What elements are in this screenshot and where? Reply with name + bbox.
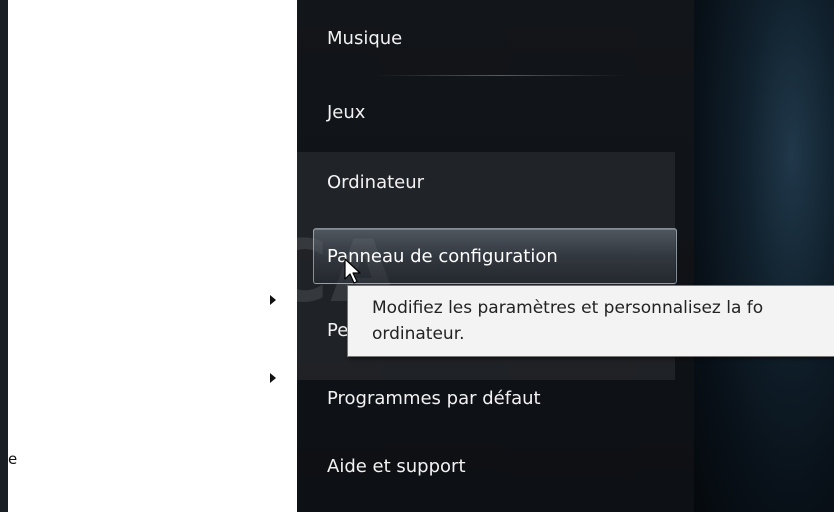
left-pane-truncated-text: e [8, 450, 18, 468]
menu-item-jeux[interactable]: Jeux [327, 102, 365, 123]
tooltip-text-line: Modifiez les paramètres et personnalisez… [372, 298, 764, 318]
menu-item-musique[interactable]: Musique [327, 28, 402, 49]
menu-item-panneau-de-configuration[interactable]: Panneau de configuration [313, 228, 677, 284]
menu-item-peripheriques[interactable]: Pe [327, 320, 348, 341]
menu-item-programmes-par-defaut[interactable]: Programmes par défaut [327, 388, 541, 409]
menu-item-aide-et-support[interactable]: Aide et support [327, 456, 466, 477]
submenu-arrow-icon[interactable] [270, 373, 276, 383]
mouse-cursor-icon [344, 258, 361, 284]
menu-separator [375, 75, 625, 76]
desktop-background [694, 0, 834, 512]
menu-item-ordinateur[interactable]: Ordinateur [327, 172, 424, 193]
tooltip-text-line: ordinateur. [372, 324, 465, 344]
windows-start-menu-screen: e PCA Musique Jeux Ordinateur Panneau de… [0, 0, 834, 512]
tooltip: Modifiez les paramètres et personnalisez… [347, 285, 834, 357]
